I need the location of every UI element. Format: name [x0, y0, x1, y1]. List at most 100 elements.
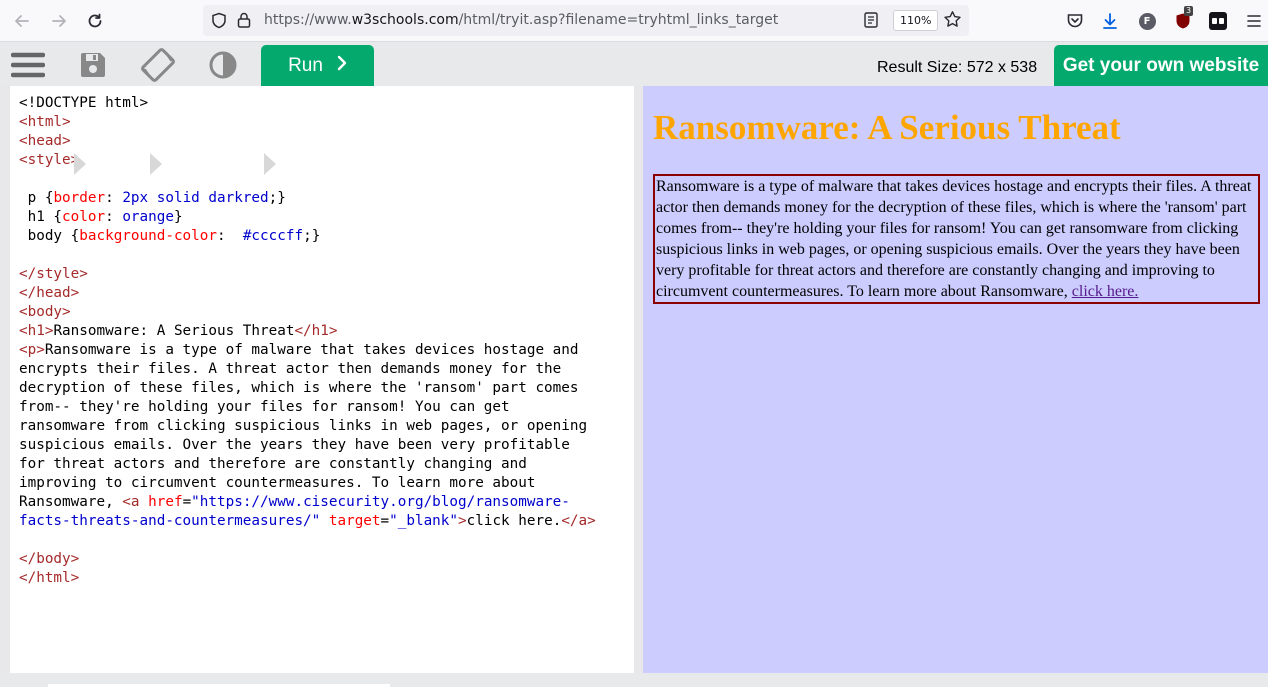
code-token: "_blank"	[389, 513, 459, 529]
result-heading: Ransomware: A Serious Threat	[653, 108, 1121, 147]
code-token: </h1>	[294, 323, 338, 339]
code-token: href	[148, 494, 183, 510]
code-line: <h1>Ransomware: A Serious Threat</h1>	[19, 322, 596, 341]
code-token: :	[105, 209, 123, 225]
code-line: </head>	[19, 284, 596, 303]
code-token: :	[105, 190, 123, 206]
result-frame[interactable]: Ransomware: A Serious Threat Ransomware …	[643, 86, 1268, 673]
code-token: encrypts their files. A threat actor the…	[19, 361, 562, 377]
save-icon[interactable]	[75, 50, 111, 80]
bookmark-star-icon[interactable]	[943, 10, 962, 33]
code-line: <style>	[19, 151, 596, 170]
code-line: encrypts their files. A threat actor the…	[19, 360, 596, 379]
code-token: ;}	[268, 190, 286, 206]
code-token: <a	[122, 494, 149, 510]
hamburger-icon[interactable]	[10, 50, 46, 80]
code-token: <html>	[19, 114, 71, 130]
code-line: </style>	[19, 265, 596, 284]
browser-toolbar: https://www.w3schools.com/html/tryit.asp…	[0, 0, 1268, 42]
drag-arrow-icon	[264, 153, 276, 175]
code-token: }	[173, 209, 183, 225]
code-token: background-color	[79, 228, 217, 244]
shield-icon[interactable]	[211, 12, 227, 33]
url-bar[interactable]: https://www.w3schools.com/html/tryit.asp…	[203, 5, 969, 36]
code-token: </body>	[19, 551, 80, 567]
drag-arrow-icon	[74, 153, 86, 175]
extension-icon[interactable]	[1207, 10, 1229, 32]
code-token: h1 {	[19, 209, 63, 225]
code-line: decryption of these files, which is wher…	[19, 379, 596, 398]
code-line: Ransomware, <a href="https://www.cisecur…	[19, 493, 596, 512]
code-token: Ransomware: A Serious Threat	[53, 323, 295, 339]
code-line: <p>Ransomware is a type of malware that …	[19, 341, 596, 360]
code-token: color	[62, 209, 106, 225]
code-line: improving to circumvent countermeasures.…	[19, 474, 596, 493]
contrast-icon[interactable]	[205, 50, 241, 80]
code-line: h1 {color: orange}	[19, 208, 596, 227]
code-token: p {	[19, 190, 54, 206]
code-token: ;}	[303, 228, 321, 244]
code-token: :	[217, 228, 243, 244]
zoom-indicator[interactable]: 110%	[893, 10, 939, 31]
code-line: <body>	[19, 303, 596, 322]
code-token: facts-threats-and-countermeasures/"	[19, 513, 321, 529]
code-token: =	[182, 494, 192, 510]
code-token: <!DOCTYPE html>	[19, 95, 149, 111]
get-your-own-website-button[interactable]: Get your own website	[1054, 45, 1268, 86]
back-arrow-icon[interactable]	[9, 8, 35, 34]
code-line: <head>	[19, 132, 596, 151]
code-line: ransomware from clicking suspicious link…	[19, 417, 596, 436]
code-token: <p>	[19, 342, 45, 358]
code-line: for threat actors and therefore are cons…	[19, 455, 596, 474]
code-token: </html>	[19, 570, 80, 586]
download-icon[interactable]	[1099, 10, 1121, 32]
code-token: target	[328, 513, 381, 529]
code-token: </a>	[561, 513, 596, 529]
code-token: improving to circumvent countermeasures.…	[19, 475, 536, 491]
drag-arrow-icon	[150, 153, 162, 175]
code-token: "https://www.cisecurity.org/blog/ransomw…	[191, 494, 570, 510]
code-line: <html>	[19, 113, 596, 132]
result-paragraph: Ransomware is a type of malware that tak…	[653, 174, 1260, 304]
lock-icon[interactable]	[236, 11, 252, 33]
ublock-icon[interactable]: 3	[1172, 6, 1194, 32]
code-token: >	[458, 513, 467, 529]
ublock-count-badge: 3	[1184, 6, 1194, 16]
paragraph-text: Ransomware is a type of malware that tak…	[656, 178, 1252, 300]
code-token: Ransomware is a type of malware that tak…	[44, 342, 579, 358]
rotate-icon[interactable]	[140, 48, 176, 82]
code-line: </body>	[19, 550, 596, 569]
menu-icon[interactable]	[1243, 10, 1265, 32]
code-token: 2px solid darkred	[122, 190, 269, 206]
code-token: #ccccff	[242, 228, 304, 244]
reader-view-icon[interactable]	[864, 12, 878, 32]
code-line: </html>	[19, 569, 596, 588]
code-token: suspicious emails. Over the years they h…	[19, 437, 570, 453]
run-button[interactable]: Run	[261, 45, 374, 86]
chevron-right-icon	[337, 55, 347, 77]
result-size: Result Size: 572 x 538	[877, 59, 1038, 76]
reload-icon[interactable]	[82, 8, 108, 34]
pocket-icon[interactable]	[1064, 10, 1086, 32]
code-line: <!DOCTYPE html>	[19, 94, 596, 113]
code-line: suspicious emails. Over the years they h…	[19, 436, 596, 455]
tryit-toolbar: Run Result Size: 572 x 538 Get your own …	[0, 42, 1268, 86]
code-line: facts-threats-and-countermeasures/" targ…	[19, 512, 596, 531]
code-token: <body>	[19, 304, 71, 320]
code-line: p {border: 2px solid darkred;}	[19, 189, 596, 208]
url-text[interactable]: https://www.w3schools.com/html/tryit.asp…	[264, 12, 778, 28]
code-token: for threat actors and therefore are cons…	[19, 456, 527, 472]
code-line: body {background-color: #ccccff;}	[19, 227, 596, 246]
click-here-link[interactable]: click here.	[1072, 283, 1139, 300]
code-token: decryption of these files, which is wher…	[19, 380, 579, 396]
code-token: <style>	[19, 152, 80, 168]
profile-icon[interactable]: F	[1136, 10, 1158, 32]
code-line: from-- they're holding your files for ra…	[19, 398, 596, 417]
code-editor[interactable]: <!DOCTYPE html> <html> <head> <style> p {bo…	[10, 86, 634, 673]
forward-arrow-icon[interactable]	[46, 8, 72, 34]
code-text[interactable]: <!DOCTYPE html> <html> <head> <style> p {bo…	[19, 94, 596, 588]
